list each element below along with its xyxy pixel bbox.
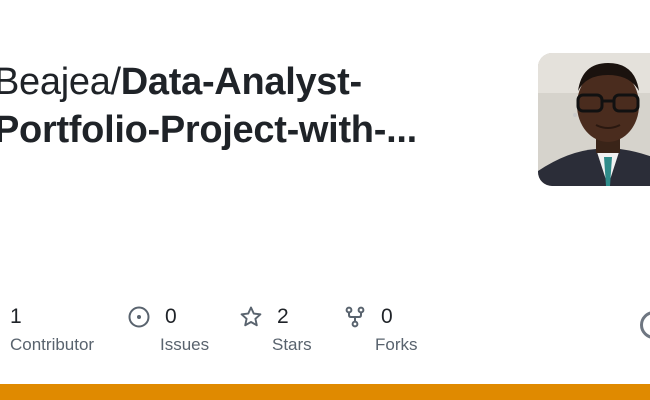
- issues-count: 0: [165, 305, 177, 328]
- repo-stats: 1 Contributor 0 Issues 2 Stars 0 Forks: [0, 303, 650, 363]
- avatar-portrait: [538, 53, 650, 186]
- stat-forks[interactable]: 0 Forks: [343, 303, 418, 355]
- repo-name-part-2[interactable]: Portfolio-Project-with-...: [0, 109, 417, 151]
- repo-title[interactable]: Beajea/Data-Analyst- Portfolio-Project-w…: [0, 58, 494, 154]
- star-icon: [239, 305, 263, 329]
- repo-social-card: Beajea/Data-Analyst- Portfolio-Project-w…: [0, 0, 650, 400]
- repo-owner[interactable]: Beajea/: [0, 61, 121, 103]
- stat-issues[interactable]: 0 Issues: [127, 303, 209, 355]
- stars-label: Stars: [272, 335, 312, 354]
- language-color-bar: [0, 384, 650, 400]
- issue-icon: [127, 305, 151, 329]
- fork-icon: [343, 305, 367, 329]
- owner-avatar: [538, 53, 650, 186]
- forks-label: Forks: [375, 335, 418, 354]
- contributors-label: Contributor: [10, 335, 95, 354]
- contributors-count: 1: [10, 305, 22, 328]
- stars-count: 2: [277, 305, 289, 328]
- stat-stars[interactable]: 2 Stars: [239, 303, 312, 355]
- stat-contributors[interactable]: 1 Contributor: [10, 303, 94, 355]
- forks-count: 0: [381, 305, 393, 328]
- repo-name-part-1[interactable]: Data-Analyst-: [121, 61, 362, 103]
- issues-label: Issues: [160, 335, 210, 354]
